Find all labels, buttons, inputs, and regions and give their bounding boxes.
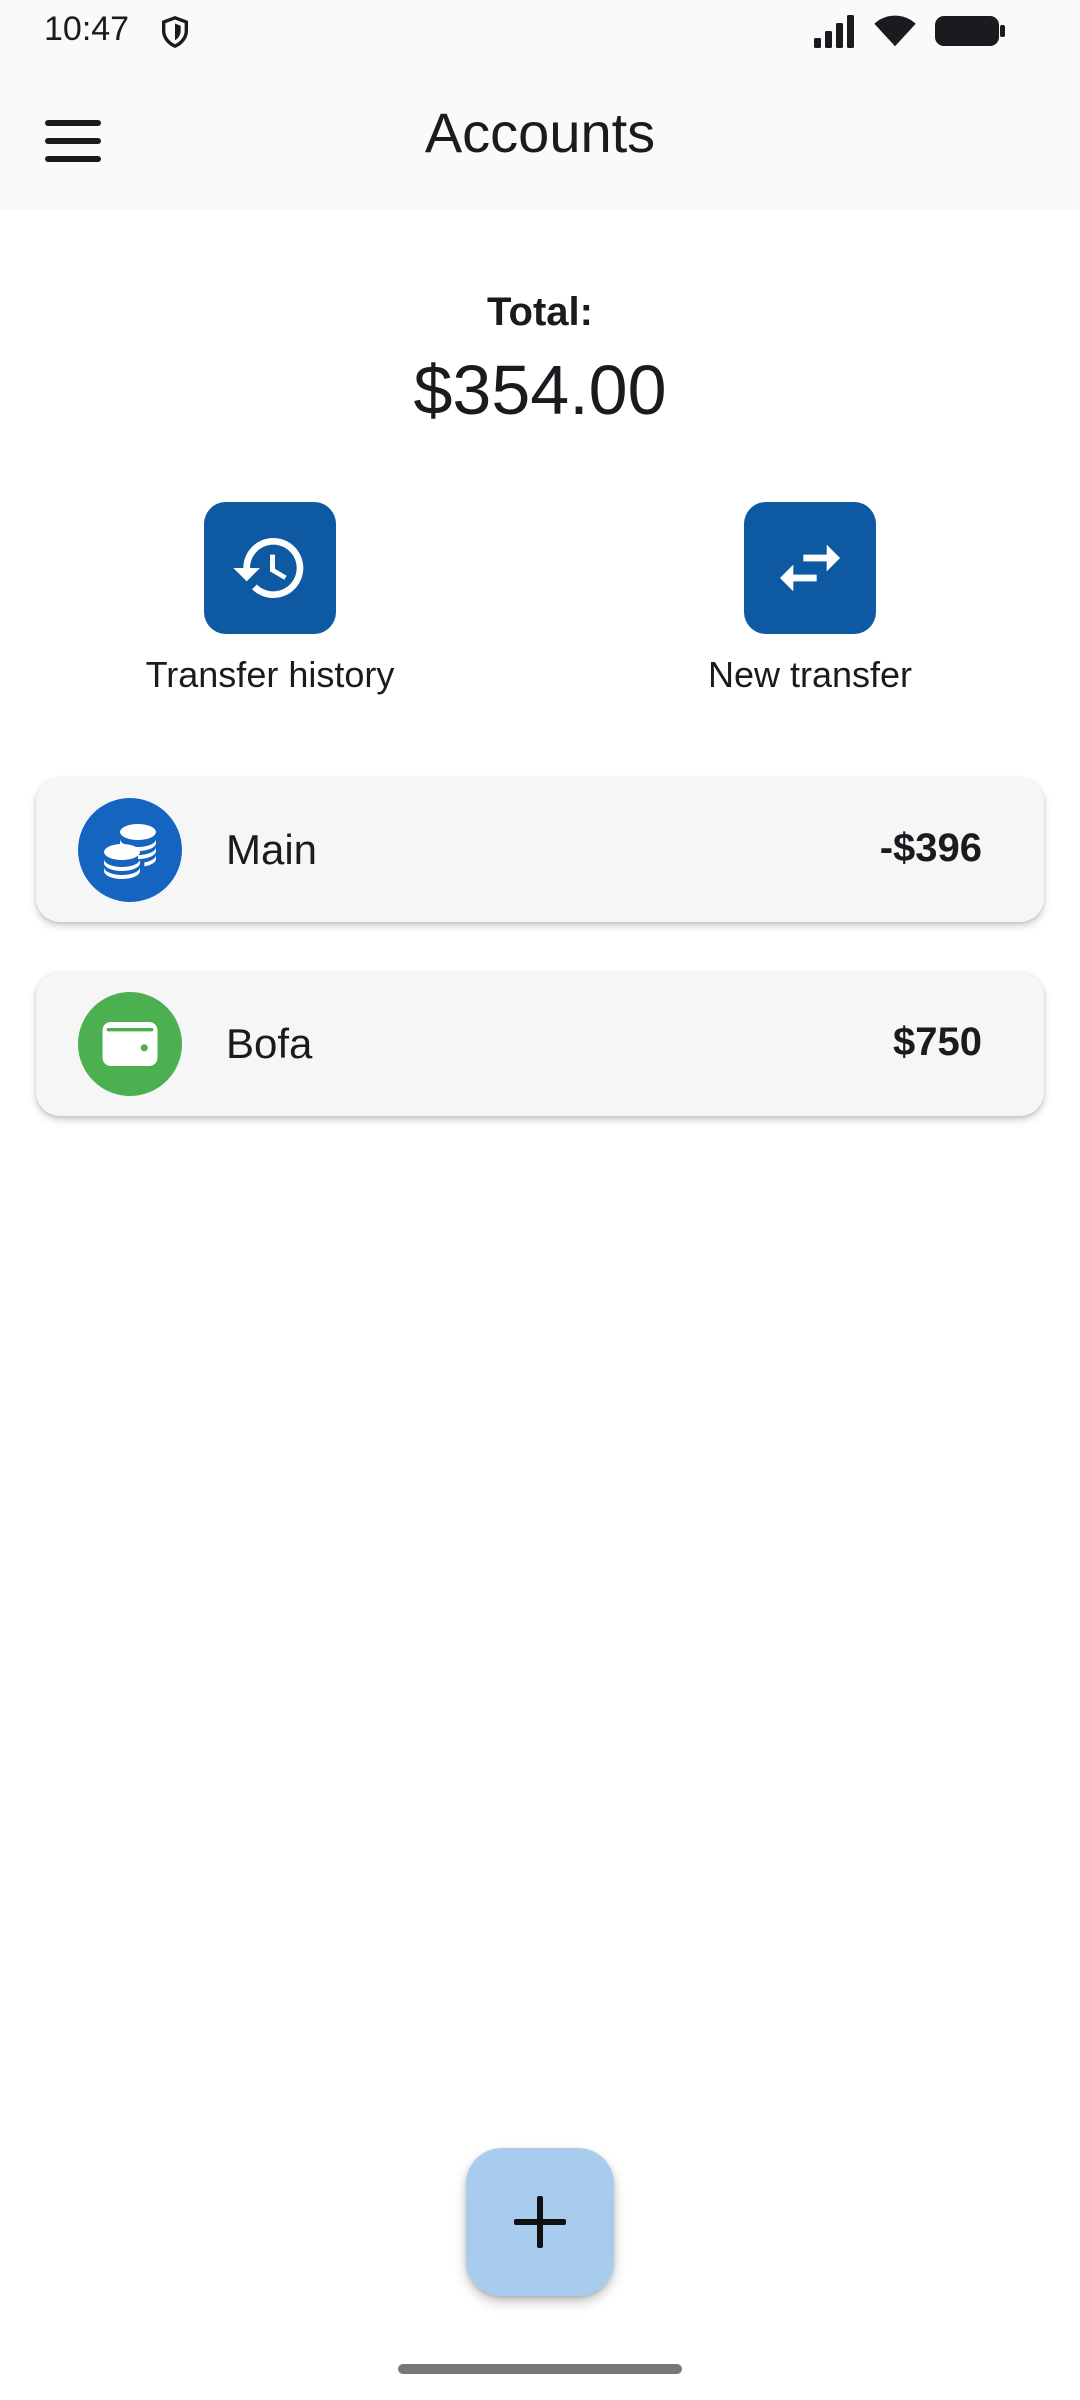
account-balance: -$396: [879, 826, 982, 870]
wifi-icon: [874, 15, 916, 47]
shield-icon: [161, 16, 189, 49]
history-icon: [233, 538, 304, 598]
add-account-button[interactable]: [466, 2148, 614, 2296]
account-name: Main: [226, 826, 318, 873]
status-bar: 10:47: [0, 0, 1080, 62]
battery-icon: [935, 16, 1005, 46]
page-title: Accounts: [424, 101, 656, 164]
status-time: 10:47: [44, 10, 130, 48]
plus-icon: [514, 2196, 566, 2248]
account-avatar: [78, 992, 182, 1096]
signal-icon: [814, 15, 854, 48]
home-indicator[interactable]: [398, 2364, 682, 2374]
account-avatar: [78, 798, 182, 902]
account-balance: $750: [893, 1020, 982, 1064]
account-name: Bofa: [226, 1020, 313, 1067]
app-bar: Accounts: [0, 62, 1080, 210]
transfer-history-icon-box[interactable]: [204, 502, 336, 634]
swap-arrows-icon: [780, 544, 840, 592]
coins-icon: [104, 824, 156, 879]
total-label: Total:: [487, 290, 593, 334]
total-value: $354.00: [413, 351, 667, 429]
wallet-icon: [102, 1022, 158, 1066]
transfer-history-button[interactable]: Transfer history: [110, 502, 430, 702]
new-transfer-button[interactable]: New transfer: [650, 502, 970, 702]
account-card-bofa[interactable]: Bofa $750: [36, 972, 1044, 1116]
new-transfer-icon-box[interactable]: [744, 502, 876, 634]
new-transfer-label: New transfer: [707, 654, 913, 695]
account-card-main[interactable]: Main -$396: [36, 778, 1044, 922]
transfer-history-label: Transfer history: [145, 654, 395, 695]
